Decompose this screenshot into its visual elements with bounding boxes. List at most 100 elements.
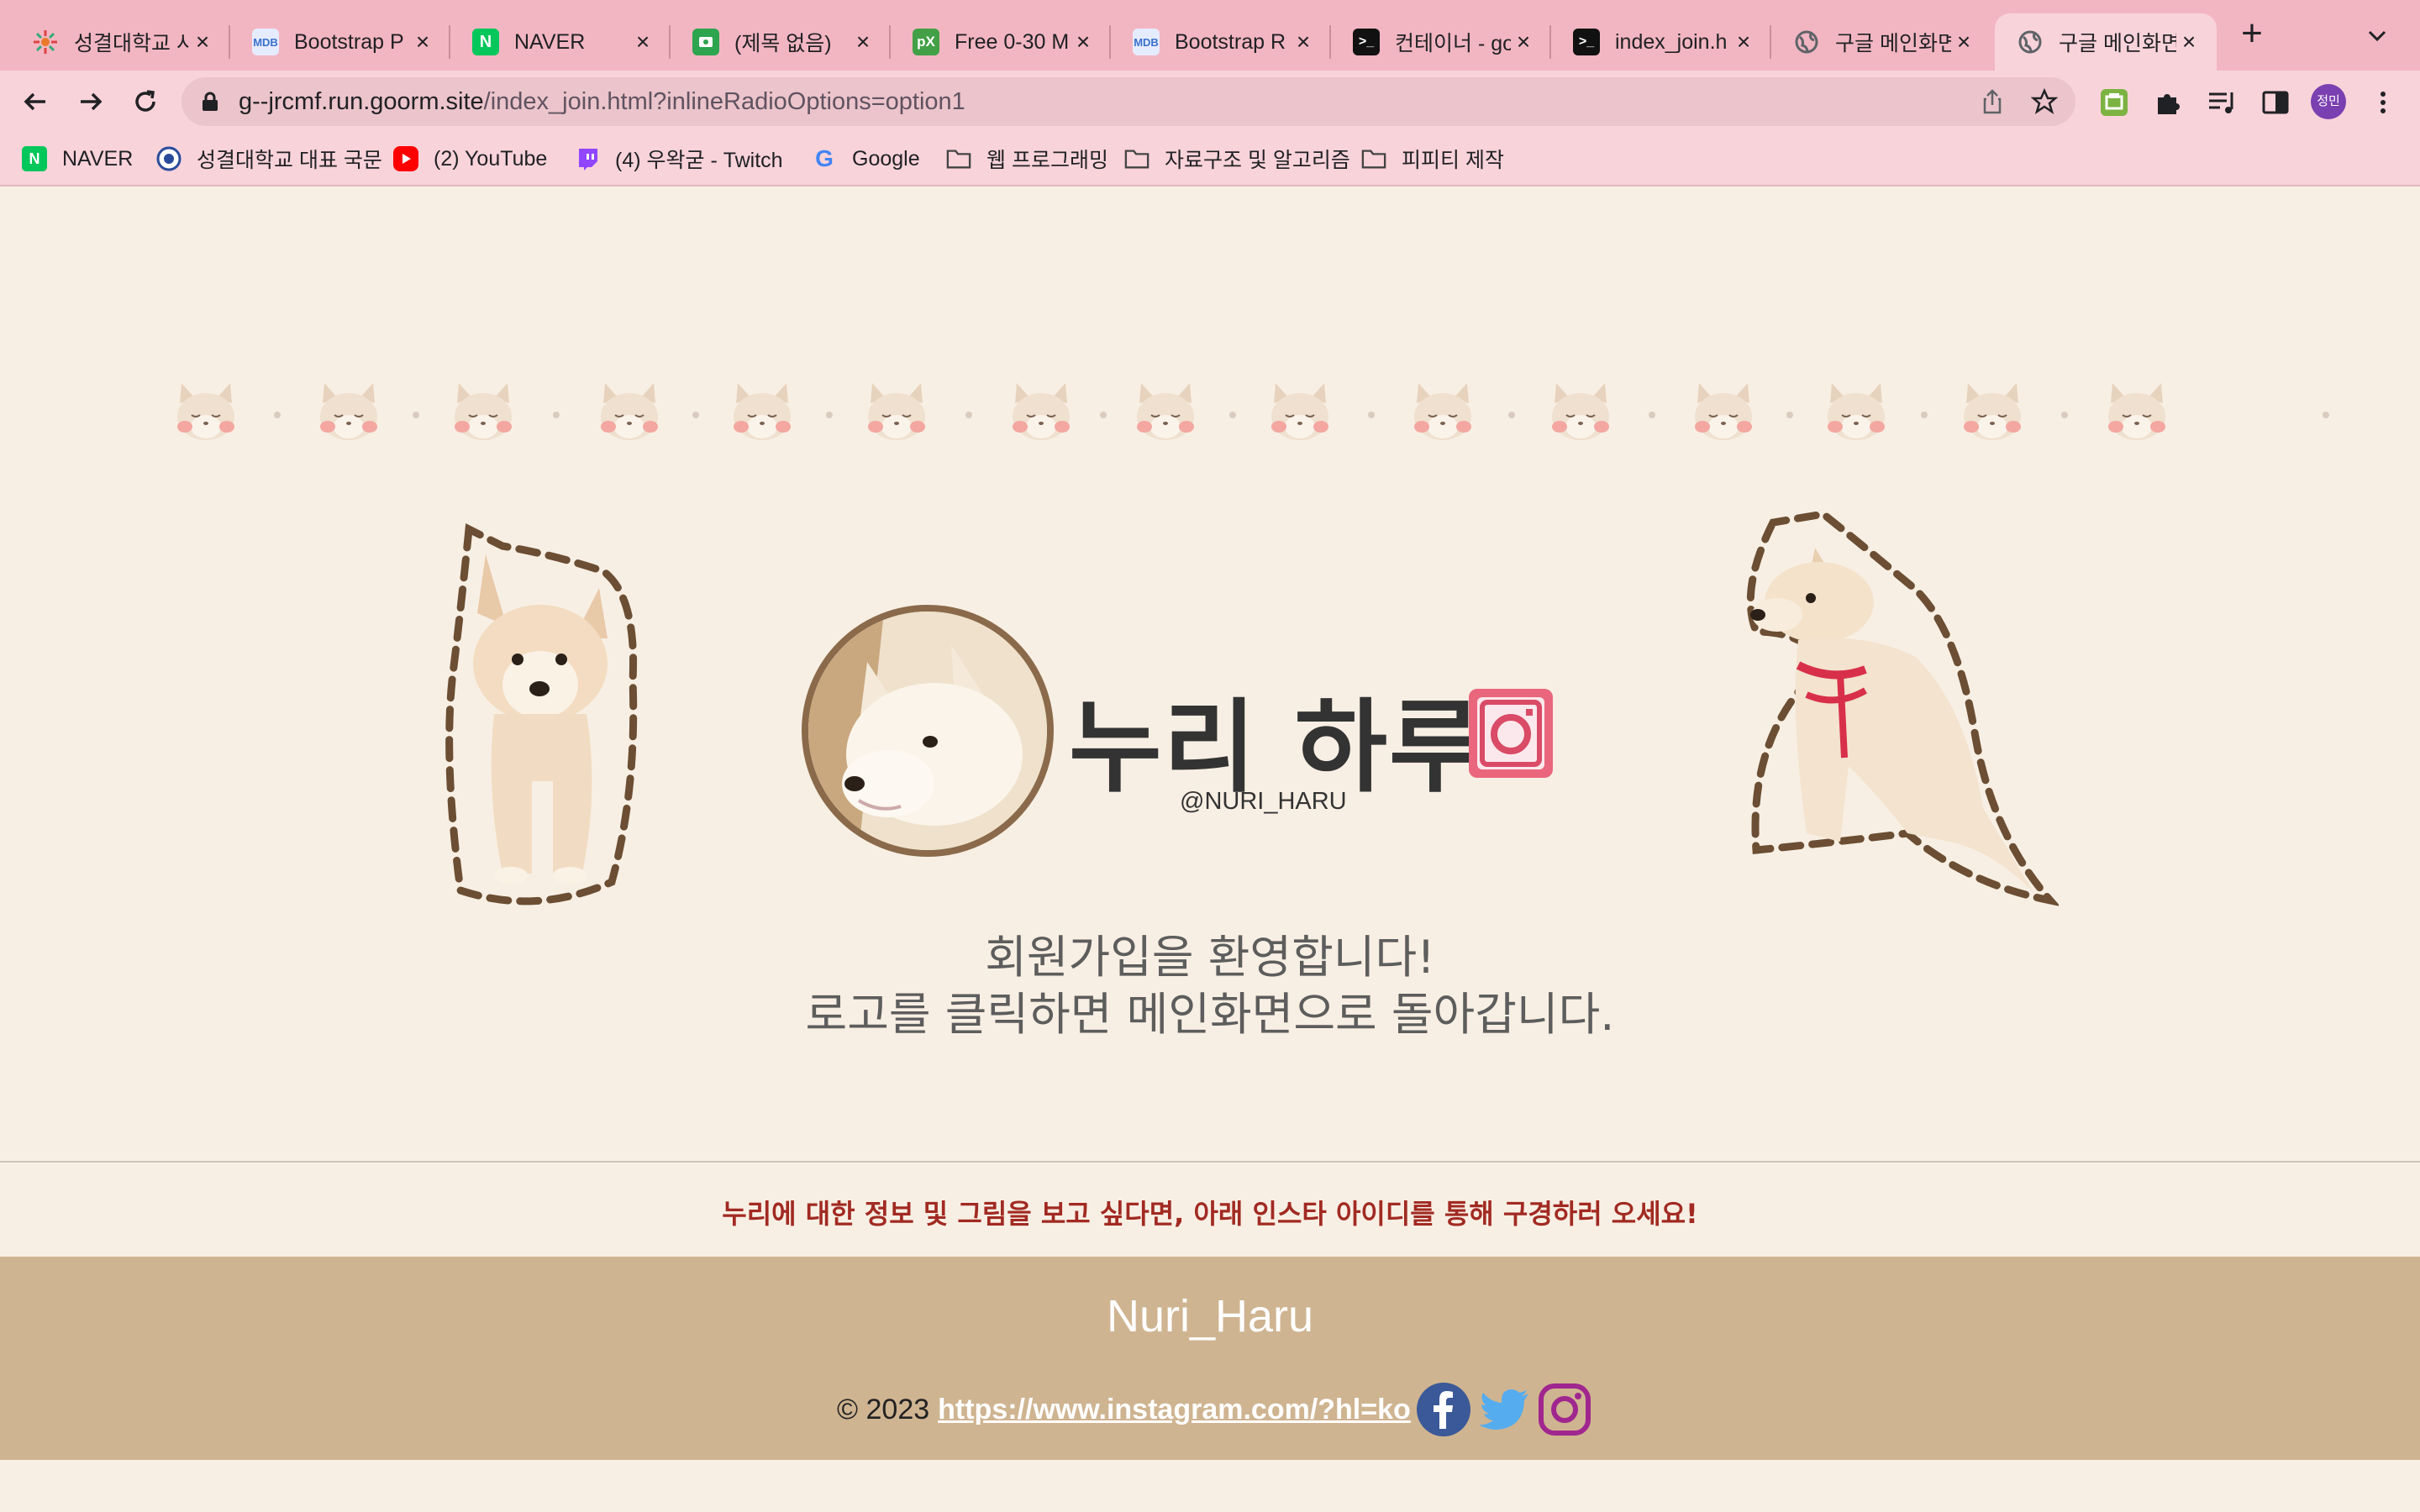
page-content: 누리 하루 @NURI_HARU 회원가입을 환영합니다! 로고를 클릭하면 메…: [0, 186, 2420, 1512]
bookmark-folder-web[interactable]: 웹 프로그래밍: [946, 143, 1108, 175]
tab-4[interactable]: pX Free 0-30 M ×: [891, 13, 1111, 71]
mdb-icon: MDB: [1133, 29, 1160, 55]
dog-face-icon: [1552, 383, 1609, 440]
close-icon[interactable]: ×: [1511, 29, 1536, 55]
sungkyul-icon: [32, 29, 59, 55]
youtube-icon: [393, 146, 418, 171]
bookmark-youtube[interactable]: (2) YouTube: [393, 143, 547, 175]
tab-5[interactable]: MDB Bootstrap R ×: [1111, 13, 1331, 71]
bookmarks-bar: N NAVER 성결대학교 대표 국문 (2) YouTube (4) 우왁굳 …: [0, 133, 2420, 186]
more-menu-icon[interactable]: [2366, 86, 2400, 119]
dog-face-icon: [601, 383, 658, 440]
dog-face-icon: [868, 383, 925, 440]
close-icon[interactable]: ×: [1951, 29, 1976, 55]
close-icon[interactable]: ×: [2176, 29, 2202, 55]
twitch-icon: [575, 146, 600, 171]
tab-title: 구글 메인화면: [2059, 32, 2176, 55]
tab-3[interactable]: (제목 없음) ×: [671, 13, 891, 71]
dog-face-icon: [734, 383, 791, 440]
decorative-dot: [692, 412, 699, 418]
decorative-dot: [1100, 412, 1107, 418]
tab-0[interactable]: 성결대학교 사 ×: [10, 13, 230, 71]
bookmark-twitch[interactable]: (4) 우왁굳 - Twitch: [575, 143, 783, 175]
decorative-dot: [2061, 412, 2068, 418]
tab-strip: 성결대학교 사 × MDB Bootstrap P × N NAVER × (제…: [0, 0, 2420, 71]
decorative-dot: [553, 412, 560, 418]
dog-face-icon: [1964, 383, 2021, 440]
folder-icon: [1361, 146, 1386, 171]
dog-face-icon: [1828, 383, 1885, 440]
instagram-handle: @NURI_HARU: [1180, 788, 1347, 815]
url-host: g--jrcmf.run.goorm.site: [239, 88, 484, 115]
browser-toolbar: g--jrcmf.run.goorm.site/index_join.html?…: [0, 71, 2420, 133]
close-icon[interactable]: ×: [410, 29, 435, 55]
facebook-icon[interactable]: [1416, 1382, 1471, 1437]
decorative-dot: [413, 412, 419, 418]
media-control-icon[interactable]: [2205, 86, 2238, 119]
forward-button[interactable]: [71, 82, 109, 121]
bookmark-label: Google: [852, 146, 920, 171]
folder-icon: [1124, 146, 1150, 171]
close-icon[interactable]: ×: [1731, 29, 1756, 55]
share-icon[interactable]: [1978, 87, 2007, 116]
back-button[interactable]: [17, 82, 55, 121]
bookmark-folder-datastruct[interactable]: 자료구조 및 알고리즘: [1124, 143, 1350, 175]
extensions-puzzle-icon[interactable]: [2151, 86, 2185, 119]
left-puppy-image: [427, 512, 654, 916]
close-icon[interactable]: ×: [190, 29, 215, 55]
welcome-message: 회원가입을 환영합니다! 로고를 클릭하면 메인화면으로 돌아갑니다.: [0, 929, 2420, 1043]
footer-links: © 2023 https://www.instagram.com/?hl=ko: [837, 1383, 1592, 1436]
tab-title: Bootstrap R: [1175, 29, 1286, 54]
bookmark-label: (2) YouTube: [434, 146, 548, 171]
decorative-dot: [274, 412, 281, 418]
right-puppy-image: [1739, 497, 2061, 917]
url-text[interactable]: g--jrcmf.run.goorm.site/index_join.html?…: [239, 88, 965, 116]
terminal-icon: >_: [1353, 29, 1380, 55]
tab-8[interactable]: 구글 메인화면 ×: [1771, 13, 1991, 71]
tab-title: 컨테이너 - go: [1395, 32, 1511, 55]
lock-icon[interactable]: [202, 92, 218, 112]
close-icon[interactable]: ×: [1071, 29, 1096, 55]
tab-1[interactable]: MDB Bootstrap P ×: [230, 13, 450, 71]
instagram-icon[interactable]: [1537, 1382, 1592, 1437]
tab-2[interactable]: N NAVER ×: [450, 13, 671, 71]
profile-avatar[interactable]: 정민: [2311, 84, 2346, 119]
side-panel-icon[interactable]: [2259, 86, 2292, 119]
dog-face-icon: [177, 383, 234, 440]
reload-button[interactable]: [126, 82, 165, 121]
twitter-icon[interactable]: [1476, 1382, 1532, 1437]
footer-title: Nuri_Haru: [1106, 1291, 1314, 1341]
tab-7[interactable]: >_ index_join.h ×: [1551, 13, 1771, 71]
px-icon: pX: [913, 29, 939, 55]
bookmark-label: 피피티 제작: [1402, 149, 1504, 172]
decorative-dot: [1368, 412, 1375, 418]
chevron-down-icon[interactable]: [2365, 24, 2390, 49]
new-tab-button[interactable]: +: [2233, 15, 2270, 54]
address-bar[interactable]: g--jrcmf.run.goorm.site/index_join.html?…: [182, 77, 2075, 126]
instagram-pixel-icon[interactable]: [1465, 685, 1556, 781]
logo-home-link[interactable]: [802, 605, 1054, 857]
tab-9-active[interactable]: 구글 메인화면 ×: [1995, 13, 2217, 71]
star-icon[interactable]: [2030, 87, 2059, 116]
extension-printer-icon[interactable]: [2097, 86, 2131, 119]
dog-face-border: [0, 371, 2420, 455]
instagram-url-link[interactable]: https://www.instagram.com/?hl=ko: [938, 1394, 1411, 1426]
bookmark-sungkyul[interactable]: 성결대학교 대표 국문: [156, 143, 382, 175]
bookmark-naver[interactable]: N NAVER: [22, 143, 133, 175]
dog-face-icon: [1137, 383, 1194, 440]
welcome-line-2: 로고를 클릭하면 메인화면으로 돌아갑니다.: [805, 988, 1615, 1041]
close-icon[interactable]: ×: [1291, 29, 1316, 55]
close-icon[interactable]: ×: [630, 29, 655, 55]
footer: Nuri_Haru © 2023 https://www.instagram.c…: [0, 1257, 2420, 1460]
sungkyul-icon: [156, 146, 182, 171]
decorative-dot: [1229, 412, 1236, 418]
url-path: /index_join.html?inlineRadioOptions=opti…: [483, 88, 965, 115]
bookmark-label: 성결대학교 대표 국문: [197, 149, 382, 172]
naver-icon: N: [22, 146, 47, 171]
dog-face-icon: [1013, 383, 1070, 440]
tab-title: index_join.h: [1615, 29, 1728, 54]
close-icon[interactable]: ×: [850, 29, 876, 55]
bookmark-google[interactable]: G Google: [812, 143, 920, 175]
tab-6[interactable]: >_ 컨테이너 - go ×: [1331, 13, 1551, 71]
bookmark-folder-ppt[interactable]: 피피티 제작: [1361, 143, 1504, 175]
